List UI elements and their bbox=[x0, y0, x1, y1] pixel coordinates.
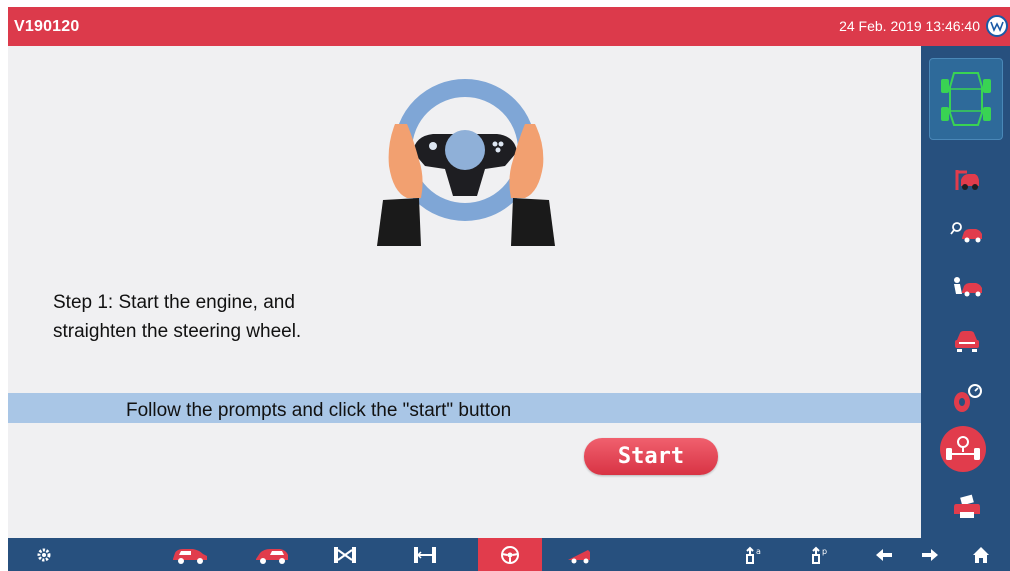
vw-logo-icon bbox=[986, 15, 1008, 37]
gear-icon[interactable] bbox=[32, 538, 56, 571]
step-line-2: straighten the steering wheel. bbox=[53, 321, 302, 342]
car-lift-icon[interactable] bbox=[949, 164, 983, 194]
car-mechanic-icon[interactable] bbox=[949, 272, 985, 300]
start-button[interactable]: Start bbox=[584, 438, 718, 475]
lift-up-icon[interactable]: a bbox=[742, 538, 766, 571]
svg-text:p: p bbox=[822, 547, 827, 556]
arrow-right-icon[interactable] bbox=[918, 538, 942, 571]
main-panel: Step 1: Start the engine, and straighten… bbox=[8, 46, 921, 538]
title-bar: V190120 24 Feb. 2019 13:46:40 bbox=[8, 7, 1010, 46]
svg-text:a: a bbox=[756, 547, 761, 556]
car-alignment-diagram-icon[interactable] bbox=[929, 58, 1003, 140]
arrow-left-icon[interactable] bbox=[872, 538, 896, 571]
lift-alt-icon[interactable]: p bbox=[808, 538, 832, 571]
car-wedge-icon[interactable] bbox=[564, 538, 594, 571]
car-rear-icon[interactable] bbox=[252, 538, 292, 571]
app-title: V190120 bbox=[14, 18, 80, 35]
car-front-icon[interactable] bbox=[951, 326, 983, 356]
step-instruction: Step 1: Start the engine, and straighten… bbox=[53, 288, 301, 346]
printer-icon[interactable] bbox=[951, 492, 983, 522]
prompt-text: Follow the prompts and click the "start"… bbox=[126, 400, 512, 421]
axle-measure-icon[interactable] bbox=[410, 538, 440, 571]
right-sidebar bbox=[921, 46, 1010, 538]
car-search-icon[interactable] bbox=[949, 218, 985, 246]
datetime-display: 24 Feb. 2019 13:46:40 bbox=[839, 18, 980, 34]
steering-axle-icon[interactable] bbox=[940, 426, 986, 472]
tire-gauge-icon[interactable] bbox=[949, 380, 985, 416]
car-side-icon[interactable] bbox=[170, 538, 210, 571]
steering-wheel-illustration bbox=[373, 74, 563, 254]
step-line-1: Step 1: Start the engine, and bbox=[53, 292, 295, 313]
steering-wheel-icon[interactable] bbox=[478, 538, 542, 571]
home-icon[interactable] bbox=[968, 538, 994, 571]
bottom-toolbar: a p bbox=[8, 538, 1010, 571]
axle-cross-icon[interactable] bbox=[330, 538, 360, 571]
